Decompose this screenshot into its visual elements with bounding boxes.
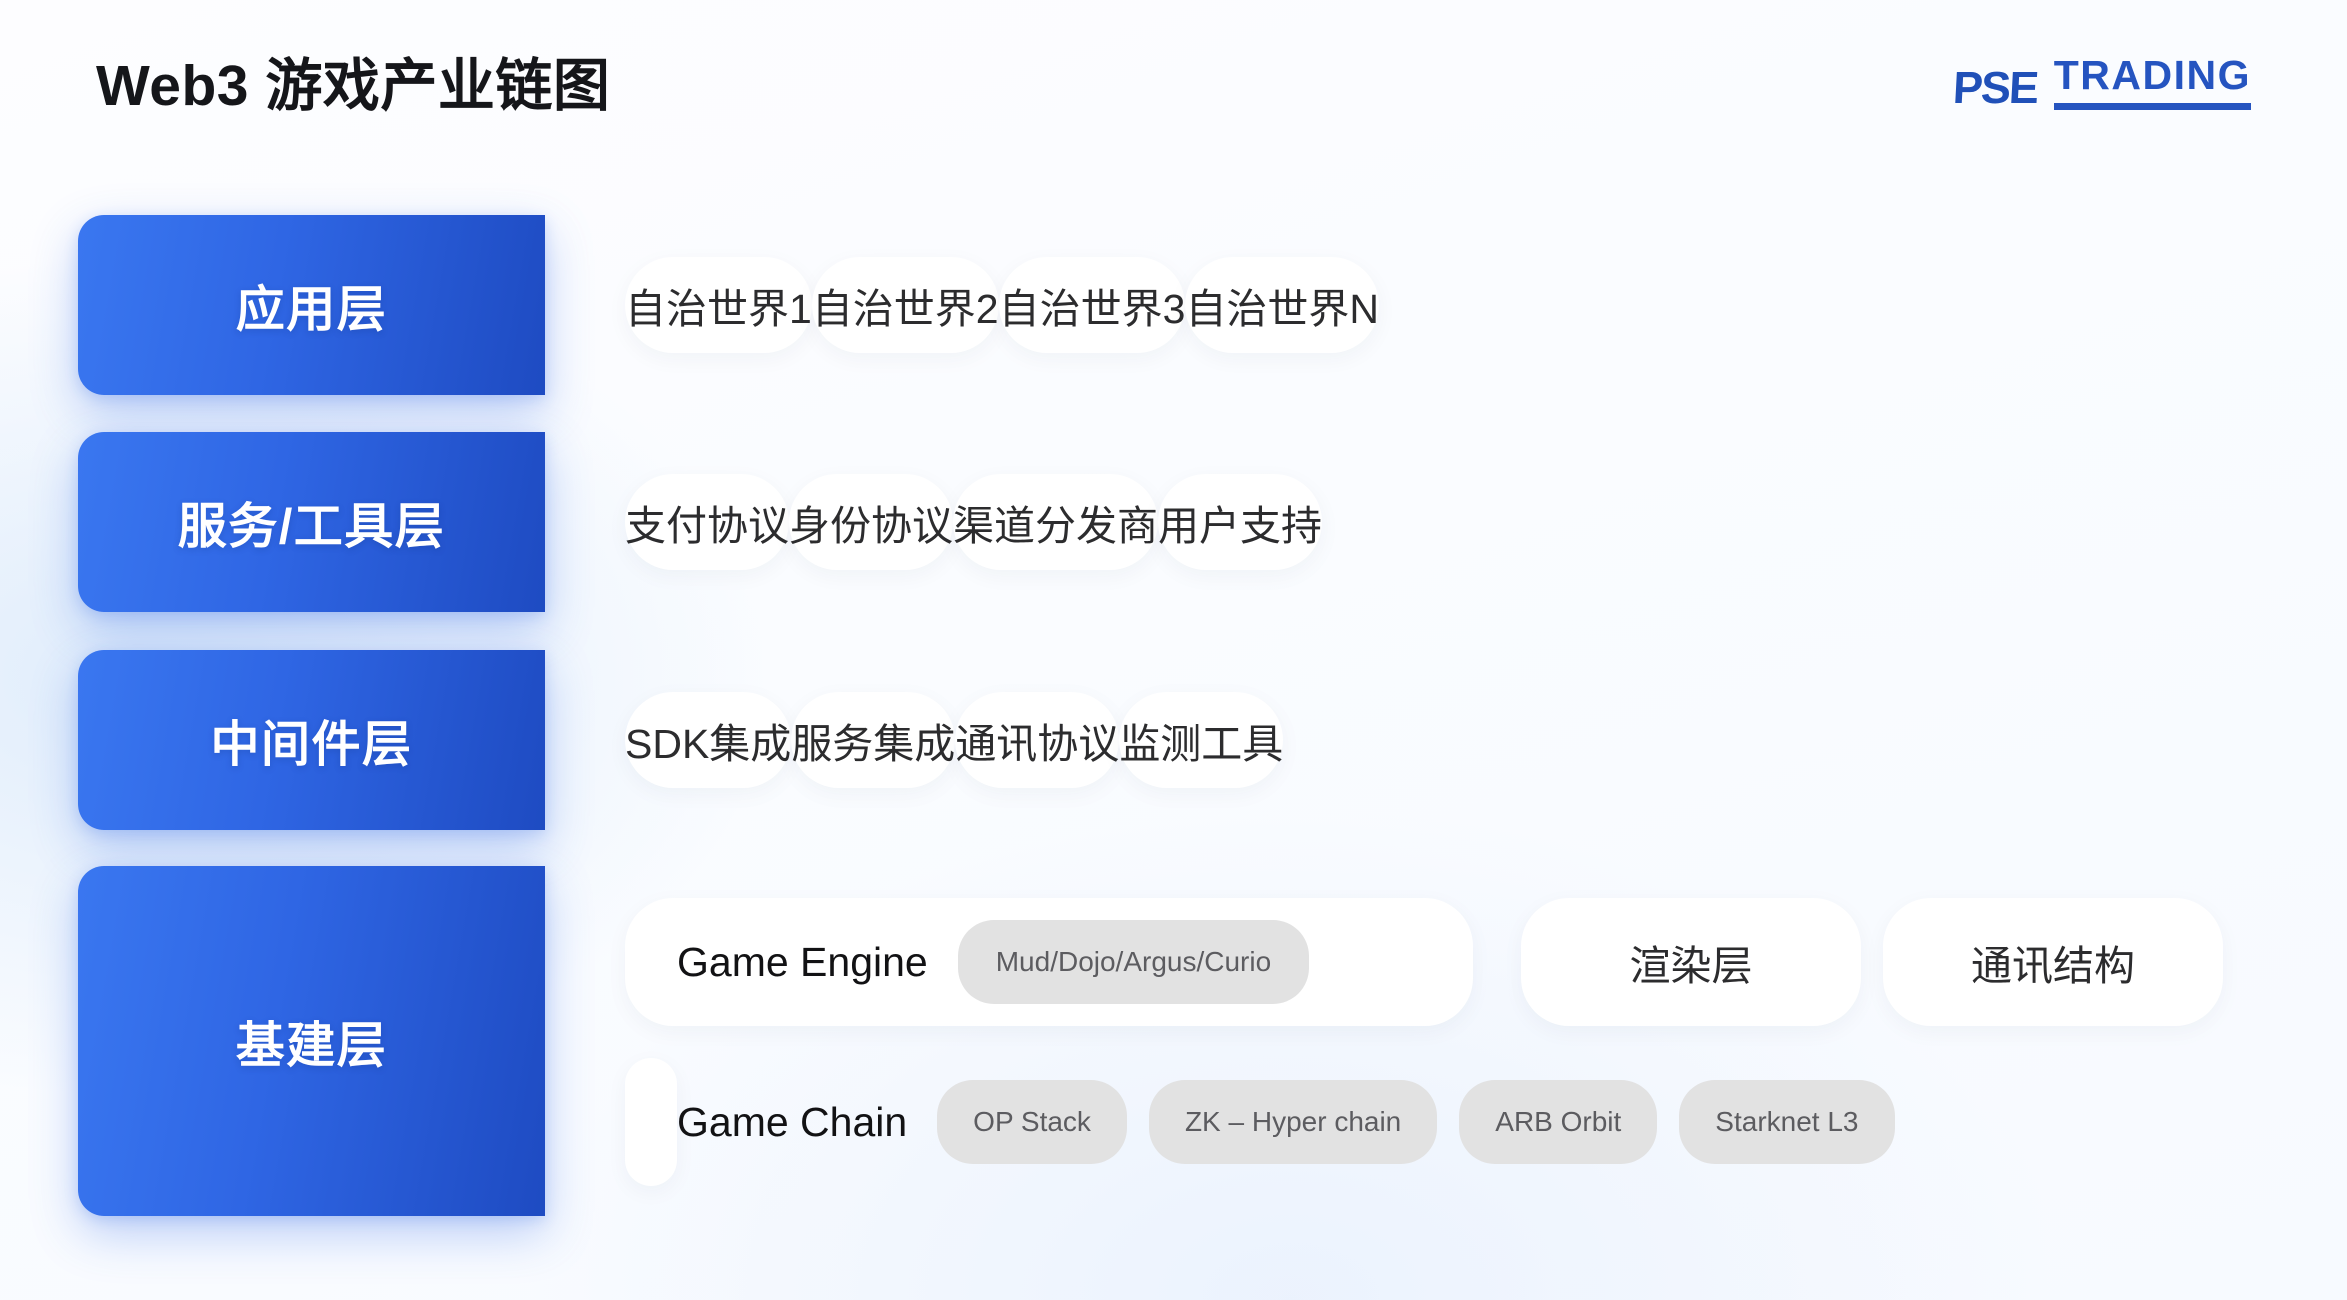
list-item[interactable]: 自治世界N	[1185, 257, 1380, 353]
layer-label-application[interactable]: 应用层	[78, 215, 545, 395]
layer-label-text: 中间件层	[210, 717, 413, 772]
layer-label-text: 基建层	[235, 1018, 388, 1073]
list-item[interactable]: 通讯协议	[955, 692, 1120, 788]
game-chain-chip-group: OP Stack ZK – Hyper chain ARB Orbit Star…	[937, 1080, 1895, 1164]
list-item[interactable]: 用户支持	[1158, 474, 1322, 570]
game-engine-title: Game Engine	[677, 938, 928, 985]
game-chain-title: Game Chain	[677, 1098, 908, 1145]
layer-label-text: 服务/工具层	[177, 499, 446, 554]
list-item[interactable]: 自治世界3	[998, 257, 1186, 353]
list-item[interactable]: 自治世界1	[625, 257, 812, 353]
list-item[interactable]: 渠道分发商	[953, 474, 1158, 570]
game-chain-chip[interactable]: ZK – Hyper chain	[1148, 1080, 1438, 1164]
game-engine-card[interactable]: Game Engine Mud/Dojo/Argus/Curio	[625, 898, 1473, 1026]
list-item[interactable]: 身份协议	[789, 474, 953, 570]
game-chain-chip[interactable]: ARB Orbit	[1459, 1080, 1658, 1164]
industry-chain-diagram: 应用层 自治世界1 自治世界2 自治世界3 自治世界N 服务/工具层 支付协议 …	[0, 0, 2347, 1300]
communication-structure-card[interactable]: 通讯结构	[1883, 898, 2223, 1026]
list-item[interactable]: 监测工具	[1119, 692, 1284, 788]
game-chain-chip[interactable]: OP Stack	[937, 1080, 1127, 1164]
list-item[interactable]: SDK集成	[625, 692, 792, 788]
layer-label-middleware[interactable]: 中间件层	[78, 650, 545, 830]
layer-label-infrastructure[interactable]: 基建层	[78, 866, 545, 1216]
game-engine-chip[interactable]: Mud/Dojo/Argus/Curio	[957, 920, 1310, 1004]
game-chain-card[interactable]: Game Chain OP Stack ZK – Hyper chain ARB…	[625, 1058, 1895, 1186]
list-item[interactable]: 服务集成	[791, 692, 956, 788]
layer-label-text: 应用层	[235, 282, 388, 337]
game-chain-chip[interactable]: Starknet L3	[1679, 1080, 1895, 1164]
list-item[interactable]: 支付协议	[625, 474, 789, 570]
render-layer-card[interactable]: 渲染层	[1521, 898, 1861, 1026]
layer-label-service-tools[interactable]: 服务/工具层	[78, 432, 545, 612]
list-item[interactable]: 自治世界2	[811, 257, 999, 353]
